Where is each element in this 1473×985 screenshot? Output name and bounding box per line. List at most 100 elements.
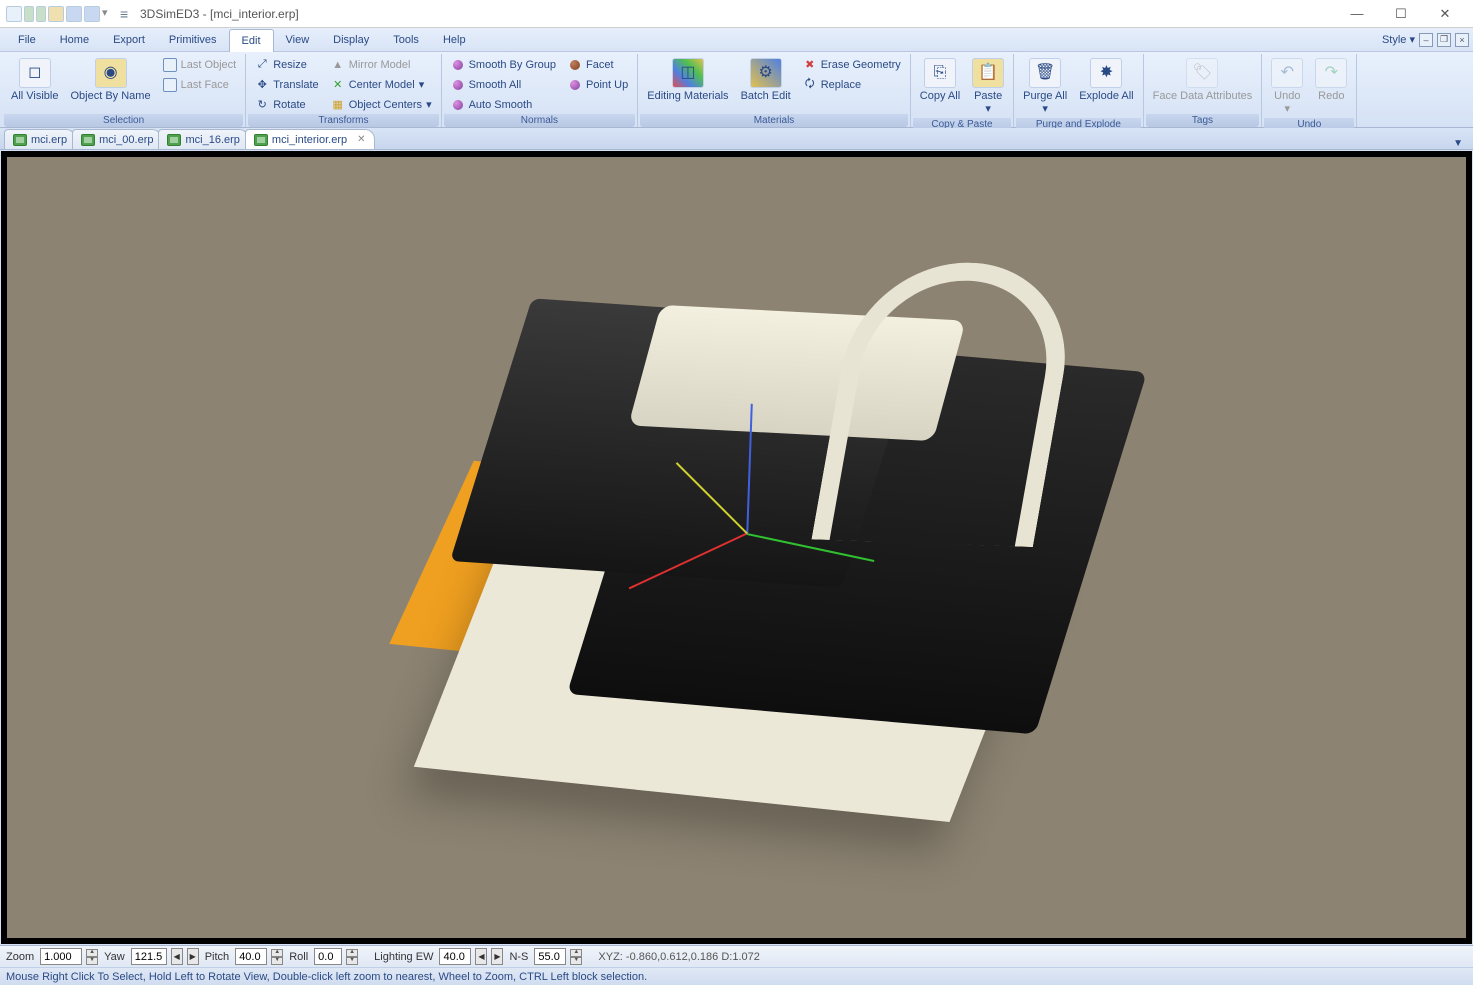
mirror-model-button[interactable]: ▲Mirror Model bbox=[326, 55, 437, 74]
roll-label: Roll bbox=[287, 951, 310, 963]
menu-help[interactable]: Help bbox=[431, 28, 478, 51]
last-object-icon bbox=[163, 58, 177, 72]
mdi-minimize-icon[interactable]: – bbox=[1419, 33, 1433, 47]
rotate-button[interactable]: ↻Rotate bbox=[250, 95, 323, 114]
ribbon-group-tags: 🏷 Face Data Attributes Tags bbox=[1144, 54, 1263, 127]
explode-icon: ✸ bbox=[1090, 58, 1122, 88]
auto-smooth-button[interactable]: Auto Smooth bbox=[446, 95, 561, 114]
qat-open-icon[interactable] bbox=[48, 6, 64, 22]
replace-icon: 🗘 bbox=[803, 78, 817, 92]
qat-dropdown-icon[interactable]: ▾ bbox=[102, 6, 110, 22]
qat-saveall-icon[interactable] bbox=[84, 6, 100, 22]
erase-geometry-button[interactable]: ✖Erase Geometry bbox=[798, 55, 906, 74]
titlebar: ▾ ≡ 3DSimED3 - [mci_interior.erp] — ☐ ✕ bbox=[0, 0, 1473, 28]
ball-icon bbox=[451, 58, 465, 72]
file-icon bbox=[13, 134, 27, 146]
lighting-right-icon[interactable]: ▶ bbox=[491, 948, 503, 965]
zoom-input[interactable] bbox=[40, 948, 82, 965]
dashed-square-icon: ◻ bbox=[19, 58, 51, 88]
roll-input[interactable] bbox=[314, 948, 342, 965]
batch-edit-button[interactable]: ⚙ Batch Edit bbox=[736, 55, 796, 106]
group-label-transforms: Transforms bbox=[248, 114, 438, 127]
pitch-spinner[interactable]: ▲▼ bbox=[271, 949, 283, 965]
copy-icon: ⎘ bbox=[924, 58, 956, 88]
qat-new-icon[interactable] bbox=[6, 6, 22, 22]
tab-mci[interactable]: mci.erp bbox=[4, 129, 76, 149]
mirror-icon: ▲ bbox=[331, 58, 345, 72]
window-controls: — ☐ ✕ bbox=[1335, 0, 1467, 28]
replace-button[interactable]: 🗘Replace bbox=[798, 75, 906, 94]
ns-input[interactable] bbox=[534, 948, 566, 965]
tab-mci-interior[interactable]: mci_interior.erp✕ bbox=[245, 129, 375, 149]
pitch-input[interactable] bbox=[235, 948, 267, 965]
tabbar-dropdown-icon[interactable]: ▼ bbox=[1447, 138, 1469, 149]
mdi-restore-icon[interactable]: ❐ bbox=[1437, 33, 1451, 47]
qat-back-icon[interactable] bbox=[24, 6, 34, 22]
editing-materials-button[interactable]: ◫ Editing Materials bbox=[642, 55, 733, 106]
ball-icon bbox=[568, 78, 582, 92]
resize-icon: ⤢ bbox=[255, 58, 269, 72]
yaw-left-icon[interactable]: ◀ bbox=[171, 948, 183, 965]
file-icon bbox=[167, 134, 181, 146]
tab-mci-16[interactable]: mci_16.erp bbox=[158, 129, 248, 149]
style-dropdown[interactable]: Style ▾ bbox=[1382, 33, 1415, 46]
menu-display[interactable]: Display bbox=[321, 28, 381, 51]
minimize-button[interactable]: — bbox=[1335, 0, 1379, 28]
menu-edit[interactable]: Edit bbox=[229, 29, 274, 52]
maximize-button[interactable]: ☐ bbox=[1379, 0, 1423, 28]
smooth-all-button[interactable]: Smooth All bbox=[446, 75, 561, 94]
copy-all-button[interactable]: ⎘ Copy All bbox=[915, 55, 965, 106]
status-bar: Mouse Right Click To Select, Hold Left t… bbox=[0, 967, 1473, 985]
menu-primitives[interactable]: Primitives bbox=[157, 28, 229, 51]
qat-fwd-icon[interactable] bbox=[36, 6, 46, 22]
redo-button[interactable]: ↷ Redo bbox=[1310, 55, 1352, 106]
erase-icon: ✖ bbox=[803, 58, 817, 72]
ns-spinner[interactable]: ▲▼ bbox=[570, 949, 582, 965]
last-face-button[interactable]: Last Face bbox=[158, 75, 242, 94]
lighting-left-icon[interactable]: ◀ bbox=[475, 948, 487, 965]
last-object-button[interactable]: Last Object bbox=[158, 55, 242, 74]
zoom-spinner[interactable]: ▲▼ bbox=[86, 949, 98, 965]
explode-all-button[interactable]: ✸ Explode All bbox=[1074, 55, 1138, 106]
coords-readout: XYZ: -0.860,0.612,0.186 D:1.072 bbox=[598, 951, 759, 963]
resize-button[interactable]: ⤢Resize bbox=[250, 55, 323, 74]
ball-icon bbox=[451, 78, 465, 92]
object-by-name-button[interactable]: ◉ Object By Name bbox=[66, 55, 156, 106]
menubar: File Home Export Primitives Edit View Di… bbox=[0, 28, 1473, 52]
menu-file[interactable]: File bbox=[6, 28, 48, 51]
smooth-by-group-button[interactable]: Smooth By Group bbox=[446, 55, 561, 74]
roll-spinner[interactable]: ▲▼ bbox=[346, 949, 358, 965]
translate-button[interactable]: ✥Translate bbox=[250, 75, 323, 94]
undo-button[interactable]: ↶ Undo ▾ bbox=[1266, 55, 1308, 118]
face-data-attributes-button[interactable]: 🏷 Face Data Attributes bbox=[1148, 55, 1258, 106]
paste-button[interactable]: 📋 Paste▾ bbox=[967, 55, 1009, 118]
ribbon-group-purge-explode: 🗑 Purge All▾ ✸ Explode All Purge and Exp… bbox=[1014, 54, 1143, 127]
redo-icon: ↷ bbox=[1315, 58, 1347, 88]
center-model-button[interactable]: ✕Center Model ▾ bbox=[326, 75, 437, 94]
point-up-button[interactable]: Point Up bbox=[563, 75, 633, 94]
center-icon: ✕ bbox=[331, 78, 345, 92]
menu-view[interactable]: View bbox=[274, 28, 322, 51]
mdi-close-icon[interactable]: × bbox=[1455, 33, 1469, 47]
file-icon bbox=[81, 134, 95, 146]
menu-export[interactable]: Export bbox=[101, 28, 157, 51]
menu-home[interactable]: Home bbox=[48, 28, 101, 51]
yaw-input[interactable] bbox=[131, 948, 167, 965]
all-visible-button[interactable]: ◻ All Visible bbox=[6, 55, 64, 106]
ribbon-group-selection: ◻ All Visible ◉ Object By Name Last Obje… bbox=[2, 54, 246, 127]
purge-all-button[interactable]: 🗑 Purge All▾ bbox=[1018, 55, 1072, 118]
rotate-icon: ↻ bbox=[255, 98, 269, 112]
ribbon-group-normals: Smooth By Group Smooth All Auto Smooth F… bbox=[442, 54, 639, 127]
tab-close-icon[interactable]: ✕ bbox=[357, 134, 365, 145]
yaw-right-icon[interactable]: ▶ bbox=[187, 948, 199, 965]
facet-icon bbox=[568, 58, 582, 72]
qat-save-icon[interactable] bbox=[66, 6, 82, 22]
lighting-input[interactable] bbox=[439, 948, 471, 965]
viewport-3d[interactable] bbox=[1, 151, 1472, 944]
menu-tools[interactable]: Tools bbox=[381, 28, 431, 51]
close-button[interactable]: ✕ bbox=[1423, 0, 1467, 28]
tab-mci-00[interactable]: mci_00.erp bbox=[72, 129, 162, 149]
object-centers-button[interactable]: ▦Object Centers ▾ bbox=[326, 95, 437, 114]
facet-button[interactable]: Facet bbox=[563, 55, 633, 74]
group-label-materials: Materials bbox=[640, 114, 908, 127]
